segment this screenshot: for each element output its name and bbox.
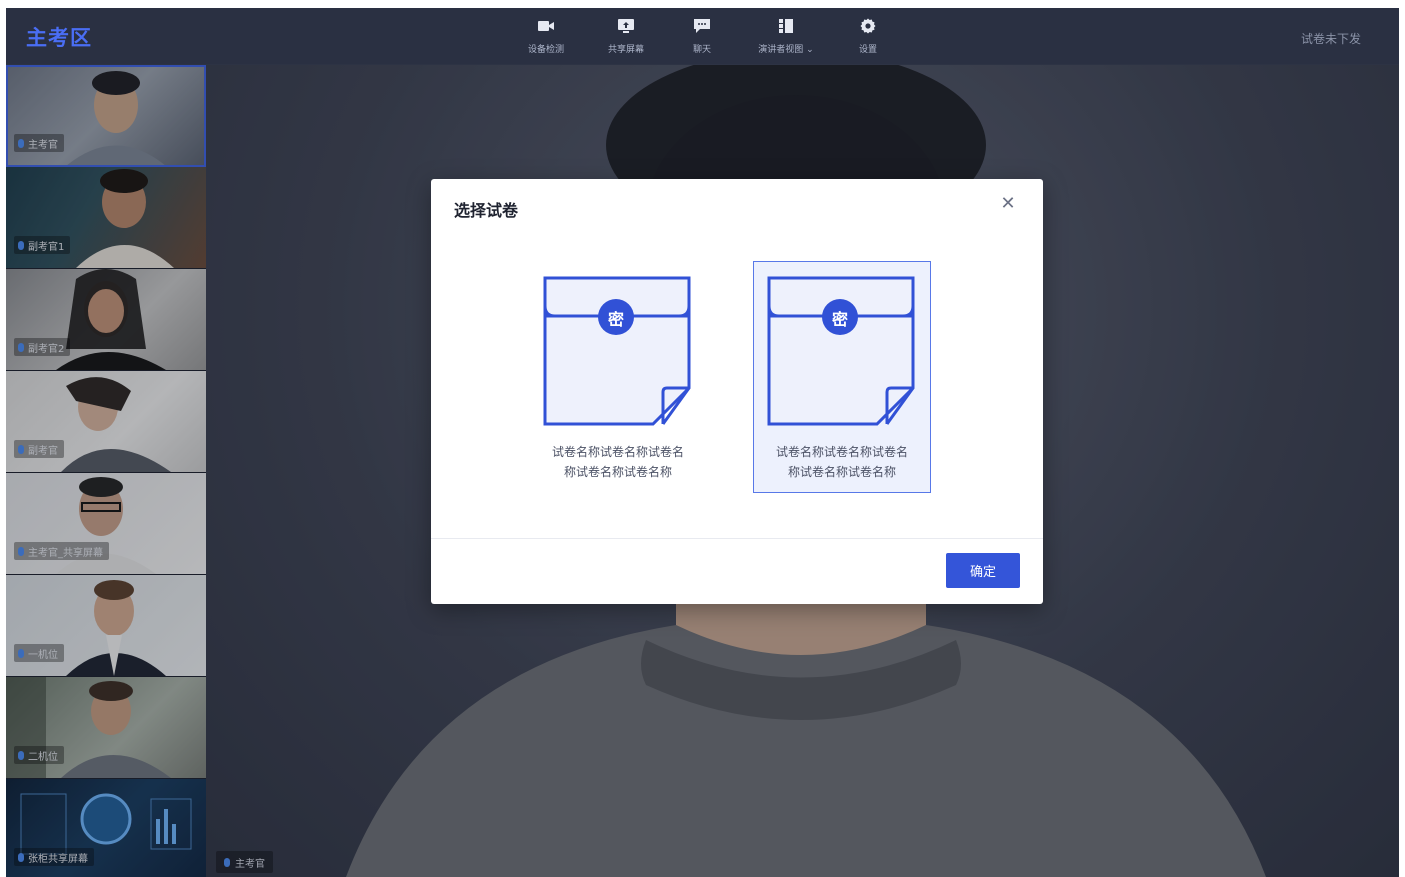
top-bar: 主考区 设备检测 共享屏幕 聊天 演讲者视图 ⌄ 设置 试卷未下发 bbox=[6, 8, 1399, 65]
chevron-down-icon: ⌄ bbox=[806, 45, 814, 55]
speaker-view-icon bbox=[774, 16, 798, 36]
settings-label: 设置 bbox=[858, 45, 877, 55]
chat-icon bbox=[690, 16, 714, 36]
chat-label: 聊天 bbox=[692, 45, 711, 55]
camera-icon bbox=[534, 16, 558, 36]
chat-button[interactable]: 聊天 bbox=[670, 16, 734, 62]
sealed-document-icon: 密 bbox=[767, 276, 917, 430]
close-icon[interactable]: ✕ bbox=[998, 193, 1018, 215]
gear-icon bbox=[856, 16, 880, 36]
paper-card[interactable]: 密 试卷名称试卷名称试卷名称试卷名称试卷名称 bbox=[529, 261, 707, 493]
dialog-title: 选择试卷 bbox=[454, 201, 519, 220]
share-screen-label: 共享屏幕 bbox=[607, 45, 644, 55]
paper-badge: 密 bbox=[607, 310, 624, 329]
device-check-label: 设备检测 bbox=[527, 45, 564, 55]
speaker-view-label: 演讲者视图 ⌄ bbox=[758, 45, 814, 55]
share-screen-button[interactable]: 共享屏幕 bbox=[594, 16, 658, 62]
share-screen-icon bbox=[614, 16, 638, 36]
select-paper-dialog: 选择试卷 ✕ 密 试卷名称试卷名称试卷名称试卷名称试卷名称 密 试卷名称试卷名称… bbox=[431, 179, 1043, 604]
paper-badge: 密 bbox=[831, 310, 848, 329]
page-title: 主考区 bbox=[26, 26, 92, 50]
settings-button[interactable]: 设置 bbox=[836, 16, 900, 62]
device-check-button[interactable]: 设备检测 bbox=[514, 16, 578, 62]
speaker-view-button[interactable]: 演讲者视图 ⌄ bbox=[746, 16, 826, 62]
confirm-button[interactable]: 确定 bbox=[946, 553, 1020, 588]
dialog-divider bbox=[431, 538, 1043, 539]
paper-name: 试卷名称试卷名称试卷名称试卷名称试卷名称 bbox=[551, 445, 684, 479]
paper-card[interactable]: 密 试卷名称试卷名称试卷名称试卷名称试卷名称 bbox=[753, 261, 931, 493]
paper-status: 试卷未下发 bbox=[1300, 32, 1361, 46]
sealed-document-icon: 密 bbox=[543, 276, 693, 430]
paper-name: 试卷名称试卷名称试卷名称试卷名称试卷名称 bbox=[775, 445, 908, 479]
